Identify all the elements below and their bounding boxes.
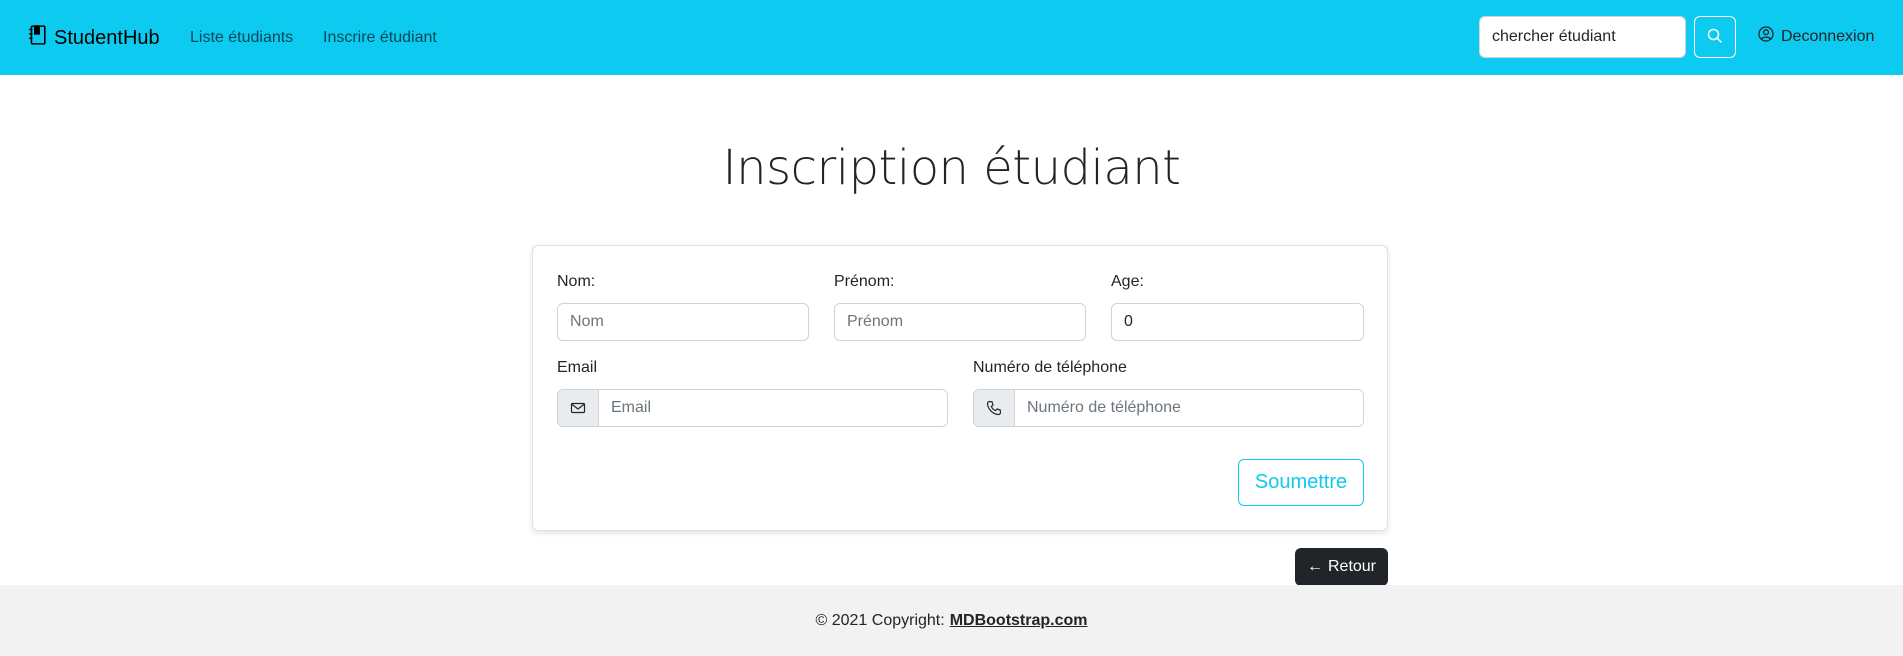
age-input[interactable] [1111,303,1364,341]
email-label: Email [557,359,598,376]
nav-link-liste-etudiants[interactable]: Liste étudiants [190,29,293,47]
arrow-left-icon: ← [1306,558,1323,575]
logout-link[interactable]: Deconnexion [1758,26,1874,47]
nom-input[interactable] [557,303,809,341]
back-button[interactable]: ← Retour [1295,548,1388,586]
navbar: StudentHub Liste étudiants Inscrire étud… [0,0,1903,75]
page-title: Inscription étudiant [722,140,1181,196]
phone-input-group [973,389,1364,427]
nav-link-inscrire-etudiant[interactable]: Inscrire étudiant [323,29,437,47]
prenom-label: Prénom: [834,273,895,290]
footer: © 2021 Copyright: MDBootstrap.com [0,585,1903,656]
registration-form-card: Nom: Prénom: Age: Email Numéro de téléph… [532,245,1388,531]
book-icon [28,25,46,51]
submit-button[interactable]: Soumettre [1238,459,1364,506]
age-label: Age: [1111,273,1144,290]
back-button-label: Retour [1327,558,1377,575]
phone-input[interactable] [1015,390,1363,426]
prenom-input[interactable] [834,303,1086,341]
phone-icon [974,390,1015,426]
email-input[interactable] [599,390,947,426]
search-icon [1707,28,1723,47]
search-button[interactable] [1694,16,1736,58]
envelope-icon [558,390,599,426]
logout-label: Deconnexion [1781,27,1875,45]
nom-label: Nom: [557,273,596,290]
footer-link[interactable]: MDBootstrap.com [950,612,1088,630]
search-input[interactable] [1479,16,1686,58]
phone-label: Numéro de téléphone [973,359,1127,376]
copyright-text: © 2021 Copyright: [815,611,945,629]
email-input-group [557,389,948,427]
user-circle-icon [1758,26,1774,47]
brand-link[interactable]: StudentHub [28,25,160,51]
brand-name: StudentHub [54,26,160,49]
